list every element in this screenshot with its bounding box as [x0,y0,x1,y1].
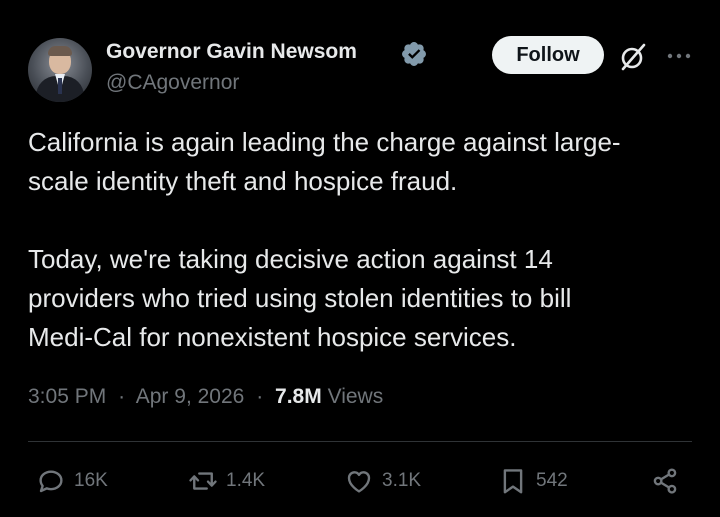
divider [28,441,692,442]
share-icon [653,468,677,494]
avatar-hair [48,46,72,56]
tweet-line: Today, we're taking decisive action agai… [28,244,553,274]
bookmark-count: 542 [536,470,568,491]
tweet-date[interactable]: Apr 9, 2026 [136,385,245,408]
tweet-meta: 3:05 PM · Apr 9, 2026 · 7.8M Views [28,385,383,409]
avatar-tie [58,78,62,94]
repost-button[interactable]: 1.4K [188,464,265,498]
like-button[interactable]: 3.1K [344,464,421,498]
bookmark-button[interactable]: 542 [498,464,568,498]
views-count: 7.8M [275,385,322,408]
more-horizontal-icon[interactable] [666,52,692,60]
reply-count: 16K [74,470,108,491]
author-handle[interactable]: @CAgovernor [106,71,239,95]
meta-separator: · [256,385,264,408]
tweet-time[interactable]: 3:05 PM [28,385,106,408]
tweet: Governor Gavin Newsom @CAgovernor Follow… [0,0,720,517]
tweet-paragraph-1: California is again leading the charge a… [28,123,621,201]
like-count: 3.1K [382,470,422,491]
avatar[interactable] [28,38,92,102]
tweet-line: California is again leading the charge a… [28,127,621,157]
follow-button[interactable]: Follow [492,36,604,74]
grok-icon[interactable] [618,42,648,72]
views-label: Views [327,385,384,408]
tweet-line: providers who tried using stolen identit… [28,283,572,313]
tweet-line: scale identity theft and hospice fraud. [28,166,458,196]
repost-count: 1.4K [226,470,266,491]
heart-icon [347,471,371,493]
tweet-line: Medi-Cal for nonexistent hospice service… [28,322,517,352]
verified-badge-icon [402,42,426,66]
author-name[interactable]: Governor Gavin Newsom [106,40,357,64]
bookmark-icon [503,469,523,494]
reply-icon [39,470,63,493]
meta-separator: · [118,385,126,408]
tweet-paragraph-2: Today, we're taking decisive action agai… [28,240,571,357]
reply-button[interactable]: 16K [36,464,108,498]
share-button[interactable] [650,464,680,498]
repost-icon [189,472,217,490]
